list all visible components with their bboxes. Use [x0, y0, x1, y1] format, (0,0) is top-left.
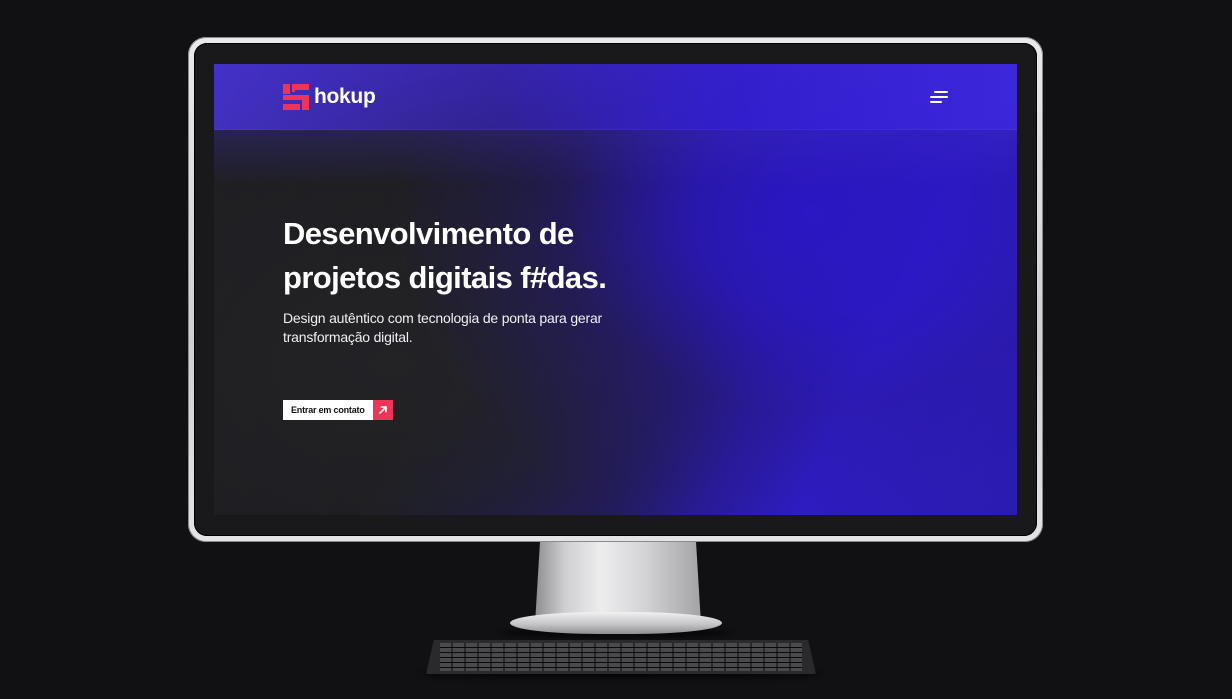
- keyboard-keys: [440, 643, 802, 671]
- contact-button-label: Entrar em contato: [283, 400, 373, 420]
- scene: hokup Desenvolvimento de projetos digita…: [0, 0, 1232, 699]
- contact-button[interactable]: Entrar em contato: [283, 400, 393, 420]
- arrow-up-right-icon: [372, 400, 393, 420]
- monitor-stand-base: [510, 612, 722, 634]
- hero-title: Desenvolvimento de projetos digitais f#d…: [283, 212, 703, 300]
- hero-title-line-1: Desenvolvimento de: [283, 216, 574, 251]
- hero-title-line-2: projetos digitais f#das.: [283, 260, 607, 295]
- keyboard: [426, 640, 816, 674]
- hokup-logo-icon: [283, 83, 309, 110]
- brand-logo[interactable]: hokup: [283, 83, 376, 110]
- site-navbar: hokup: [214, 64, 1017, 130]
- monitor-screen: hokup Desenvolvimento de projetos digita…: [214, 64, 1017, 515]
- hero-subtitle-line-2: transformação digital.: [283, 329, 413, 345]
- hamburger-menu-icon[interactable]: [930, 90, 950, 104]
- hero-subtitle: Design autêntico com tecnologia de ponta…: [283, 309, 643, 347]
- hero-subtitle-line-1: Design autêntico com tecnologia de ponta…: [283, 310, 603, 326]
- monitor: hokup Desenvolvimento de projetos digita…: [188, 37, 1043, 542]
- monitor-bezel: hokup Desenvolvimento de projetos digita…: [194, 43, 1037, 536]
- brand-name: hokup: [314, 85, 376, 108]
